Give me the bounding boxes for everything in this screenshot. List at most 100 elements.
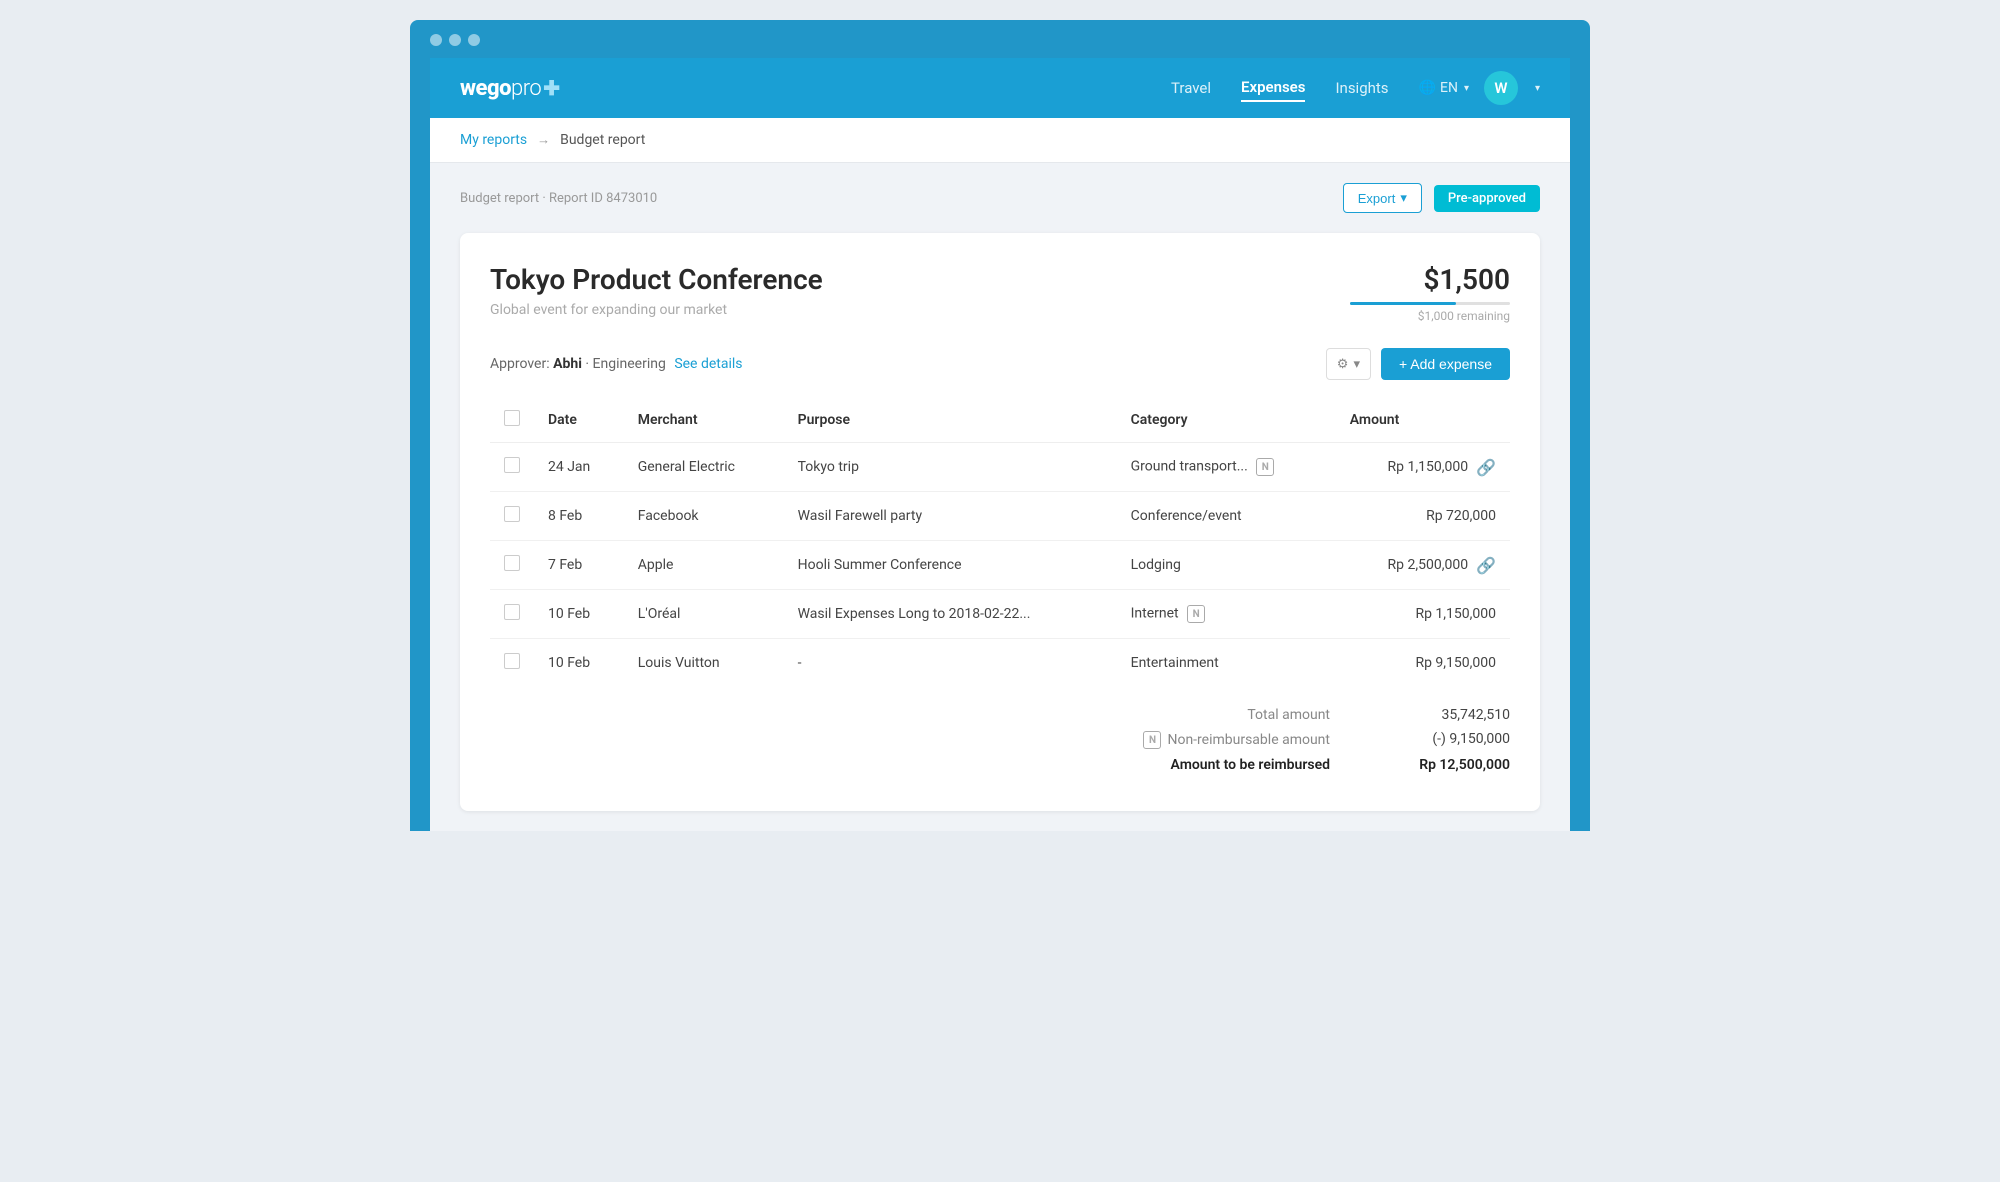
- settings-button[interactable]: ⚙ ▾: [1326, 348, 1371, 380]
- main-card: Tokyo Product Conference Global event fo…: [460, 233, 1540, 811]
- budget-info: $1,500 $1,000 remaining: [1350, 263, 1510, 323]
- nav-right: 🌐 EN ▾ W ▾: [1419, 71, 1540, 105]
- navbar: wegopro✚ Travel Expenses Insights 🌐 EN ▾…: [430, 58, 1570, 118]
- add-expense-button[interactable]: + Add expense: [1381, 348, 1510, 380]
- attachment-icon-1: 🔗: [1476, 458, 1496, 477]
- see-details-link[interactable]: See details: [674, 356, 742, 372]
- table-row[interactable]: 10 Feb Louis Vuitton - Entertainment Rp …: [490, 639, 1510, 688]
- reimb-label: Amount to be reimbursed: [1171, 757, 1330, 773]
- header-checkbox-col: [490, 398, 534, 443]
- report-meta: Budget report · Report ID 8473010: [460, 191, 657, 206]
- row-merchant-1: General Electric: [624, 443, 784, 492]
- expense-table: Date Merchant Purpose Category Amount: [490, 398, 1510, 687]
- row-checkbox-2[interactable]: [490, 492, 534, 541]
- budget-bar-fill: [1350, 302, 1456, 305]
- non-reimb-badge-4: N: [1187, 605, 1205, 623]
- header-amount: Amount: [1336, 398, 1510, 443]
- status-badge: Pre-approved: [1434, 185, 1540, 212]
- row-amount-5: Rp 9,150,000: [1336, 639, 1510, 688]
- report-title-left: Tokyo Product Conference Global event fo…: [490, 263, 823, 318]
- row-category-5: Entertainment: [1117, 639, 1336, 688]
- table-row[interactable]: 8 Feb Facebook Wasil Farewell party Conf…: [490, 492, 1510, 541]
- approver-separator: ·: [585, 356, 592, 372]
- non-reimb-label: Non-reimbursable amount: [1167, 732, 1330, 748]
- row-amount-2: Rp 720,000: [1336, 492, 1510, 541]
- settings-chevron: ▾: [1353, 356, 1360, 372]
- total-label: Total amount: [1247, 707, 1330, 723]
- row-date-5: 10 Feb: [534, 639, 624, 688]
- row-merchant-4: L'Oréal: [624, 590, 784, 639]
- row-category-4: Internet N: [1117, 590, 1336, 639]
- nav-insights[interactable]: Insights: [1335, 75, 1388, 101]
- table-row[interactable]: 10 Feb L'Oréal Wasil Expenses Long to 20…: [490, 590, 1510, 639]
- browser-dot-1: [430, 34, 442, 46]
- row-amount-4: Rp 1,150,000: [1336, 590, 1510, 639]
- export-label: Export: [1358, 191, 1396, 206]
- attachment-icon-3: 🔗: [1476, 556, 1496, 575]
- row-amount-1: Rp 1,150,000 🔗: [1336, 443, 1510, 492]
- total-value: 35,742,510: [1390, 707, 1510, 723]
- row-category-2: Conference/event: [1117, 492, 1336, 541]
- row-date-3: 7 Feb: [534, 541, 624, 590]
- user-chevron: ▾: [1535, 83, 1540, 94]
- report-actions: Export ▾ Pre-approved: [1343, 183, 1540, 213]
- report-header-bar: Budget report · Report ID 8473010 Export…: [460, 183, 1540, 213]
- row-checkbox-5[interactable]: [490, 639, 534, 688]
- header-merchant: Merchant: [624, 398, 784, 443]
- reimb-row: Amount to be reimbursed Rp 12,500,000: [1171, 757, 1510, 773]
- row-merchant-3: Apple: [624, 541, 784, 590]
- non-reimb-badge-1: N: [1256, 458, 1274, 476]
- non-reimb-badge-summary: N: [1143, 731, 1161, 749]
- logo-plus: ✚: [543, 76, 559, 100]
- row-checkbox-3[interactable]: [490, 541, 534, 590]
- logo[interactable]: wegopro✚: [460, 76, 560, 101]
- globe-icon: 🌐: [1419, 80, 1436, 96]
- reimb-value: Rp 12,500,000: [1390, 757, 1510, 773]
- export-button[interactable]: Export ▾: [1343, 183, 1422, 213]
- language-selector[interactable]: 🌐 EN ▾: [1419, 80, 1469, 96]
- approver-dept: Engineering: [593, 356, 666, 372]
- approver-row: Approver: Abhi · Engineering See details…: [490, 348, 1510, 380]
- breadcrumb-current: Budget report: [560, 132, 645, 148]
- row-checkbox-4[interactable]: [490, 590, 534, 639]
- nav-links: Travel Expenses Insights: [1171, 74, 1389, 102]
- row-merchant-5: Louis Vuitton: [624, 639, 784, 688]
- breadcrumb-separator: →: [537, 132, 550, 148]
- page-content: Budget report · Report ID 8473010 Export…: [430, 163, 1570, 831]
- table-row[interactable]: 24 Jan General Electric Tokyo trip Groun…: [490, 443, 1510, 492]
- nav-expenses[interactable]: Expenses: [1241, 74, 1305, 102]
- table-row[interactable]: 7 Feb Apple Hooli Summer Conference Lodg…: [490, 541, 1510, 590]
- nav-travel[interactable]: Travel: [1171, 75, 1211, 101]
- budget-bar: [1350, 302, 1510, 305]
- non-reimb-value: (-) 9,150,000: [1390, 731, 1510, 749]
- approver-info: Approver: Abhi · Engineering See details: [490, 356, 743, 372]
- select-all-checkbox[interactable]: [504, 410, 520, 426]
- row-amount-3: Rp 2,500,000 🔗: [1336, 541, 1510, 590]
- language-chevron: ▾: [1464, 83, 1469, 94]
- table-actions: ⚙ ▾ + Add expense: [1326, 348, 1510, 380]
- browser-dot-2: [449, 34, 461, 46]
- row-purpose-3: Hooli Summer Conference: [784, 541, 1117, 590]
- row-category-3: Lodging: [1117, 541, 1336, 590]
- row-checkbox-1[interactable]: [490, 443, 534, 492]
- budget-remaining: $1,000 remaining: [1350, 309, 1510, 323]
- non-reimb-row: N Non-reimbursable amount (-) 9,150,000: [1138, 731, 1510, 749]
- breadcrumb-my-reports[interactable]: My reports: [460, 132, 527, 148]
- report-subtitle: Global event for expanding our market: [490, 302, 823, 318]
- user-avatar[interactable]: W: [1484, 71, 1518, 105]
- summary-section: Total amount 35,742,510 N Non-reimbursab…: [490, 687, 1510, 781]
- settings-icon: ⚙: [1337, 356, 1349, 372]
- row-purpose-2: Wasil Farewell party: [784, 492, 1117, 541]
- report-title: Tokyo Product Conference: [490, 263, 823, 296]
- breadcrumb: My reports → Budget report: [430, 118, 1570, 163]
- browser-dot-3: [468, 34, 480, 46]
- approver-name: Abhi: [553, 356, 582, 372]
- header-date: Date: [534, 398, 624, 443]
- row-category-1: Ground transport... N: [1117, 443, 1336, 492]
- row-date-1: 24 Jan: [534, 443, 624, 492]
- row-date-4: 10 Feb: [534, 590, 624, 639]
- approver-label: Approver:: [490, 356, 550, 372]
- language-label: EN: [1440, 80, 1458, 96]
- export-chevron: ▾: [1400, 190, 1407, 206]
- row-purpose-5: -: [784, 639, 1117, 688]
